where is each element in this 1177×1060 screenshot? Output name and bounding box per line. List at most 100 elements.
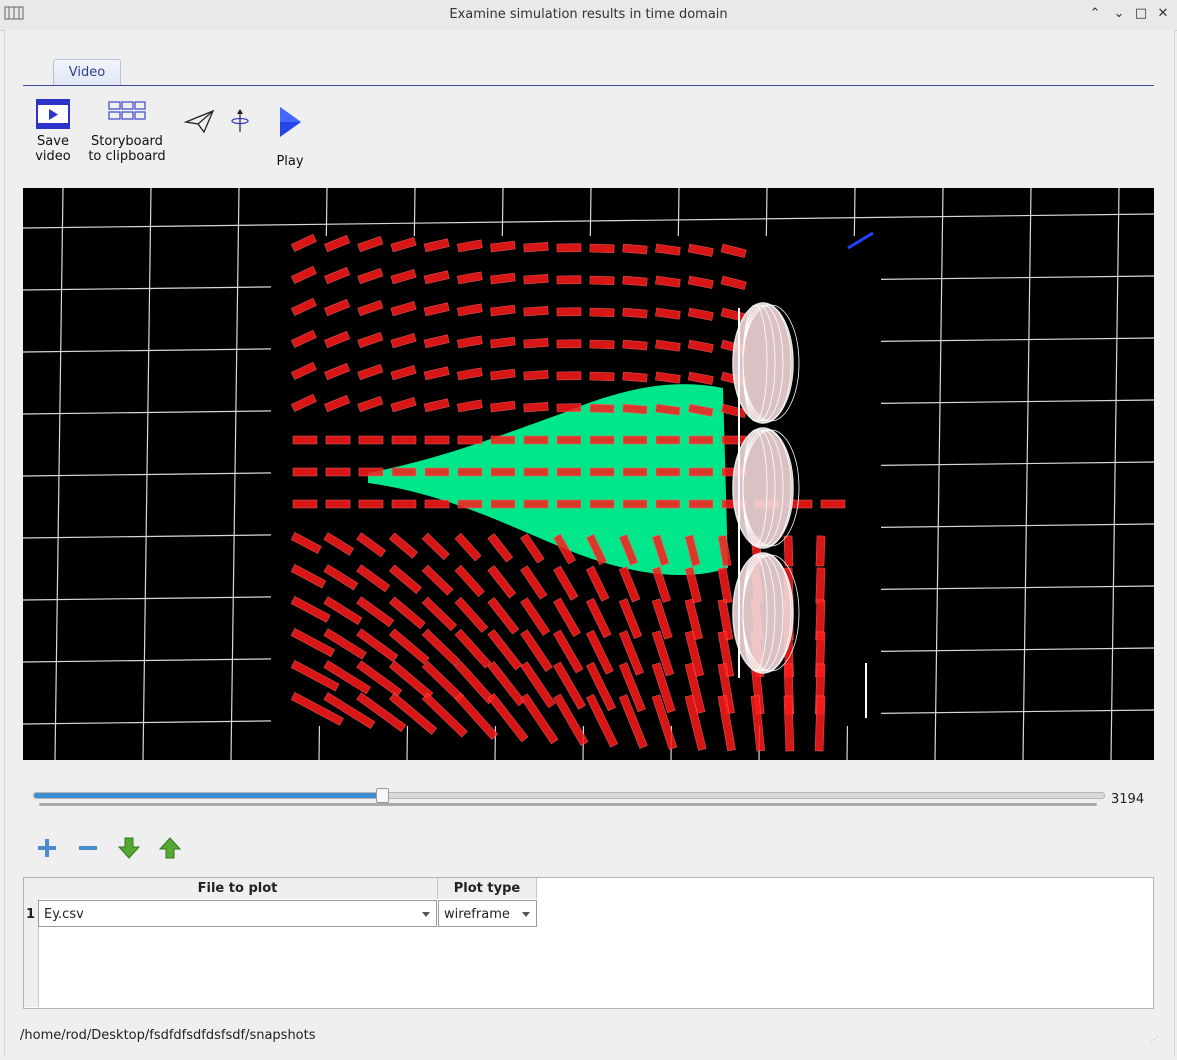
field-vector-body xyxy=(556,339,582,349)
field-vector xyxy=(556,435,582,445)
field-vector-body xyxy=(325,499,351,509)
move-down-icon[interactable] xyxy=(117,836,141,860)
field-vector-body xyxy=(391,467,417,477)
field-vector-body xyxy=(688,499,714,509)
tab-divider xyxy=(23,85,1154,86)
plot-type-value: wireframe xyxy=(444,907,510,922)
field-vector xyxy=(490,435,516,445)
field-vector-body xyxy=(490,499,516,509)
field-vector xyxy=(523,338,549,349)
field-vector xyxy=(622,275,648,287)
field-vector xyxy=(655,499,681,509)
column-header-file[interactable]: File to plot xyxy=(38,878,438,899)
field-vector-body xyxy=(292,467,318,477)
window-title: Examine simulation results in time domai… xyxy=(449,7,728,22)
field-vector xyxy=(556,243,582,253)
field-vector-body xyxy=(622,339,648,351)
field-vector-body xyxy=(814,695,826,752)
paper-plane-icon[interactable] xyxy=(184,108,216,134)
field-vector-body xyxy=(622,403,648,415)
play-icon xyxy=(280,107,301,137)
field-vector xyxy=(622,243,648,255)
field-vector xyxy=(523,499,549,509)
field-vector xyxy=(622,307,648,319)
field-vector-body xyxy=(688,467,714,477)
field-vector xyxy=(457,435,483,445)
field-vector xyxy=(424,467,450,477)
field-vector xyxy=(589,371,615,382)
field-vector xyxy=(523,306,549,317)
field-vector-body xyxy=(457,435,483,445)
field-vector-body xyxy=(523,274,549,285)
time-slider[interactable] xyxy=(33,788,1105,803)
column-header-type[interactable]: Plot type xyxy=(438,878,537,899)
field-vector xyxy=(688,467,714,477)
minimize-button[interactable]: ⌄ xyxy=(1111,6,1127,22)
field-vector xyxy=(589,403,615,414)
field-vector-body xyxy=(523,402,549,413)
field-vector xyxy=(358,467,384,477)
maximize-button[interactable]: □ xyxy=(1133,6,1149,22)
time-step-value: 3194 xyxy=(1111,792,1145,807)
field-vector xyxy=(292,499,318,509)
field-vector xyxy=(589,467,615,477)
field-vector-body xyxy=(688,435,714,445)
add-icon[interactable] xyxy=(35,836,59,860)
file-select[interactable]: Ey.csv xyxy=(38,900,437,927)
title-bar: Examine simulation results in time domai… xyxy=(0,0,1177,31)
field-vector-body xyxy=(622,435,648,445)
field-vector xyxy=(457,499,483,509)
storyboard-button[interactable]: Storyboard to clipboard xyxy=(84,98,170,164)
field-vector-body xyxy=(358,499,384,509)
field-vector-body xyxy=(589,467,615,477)
plot-type-select[interactable]: wireframe xyxy=(438,900,537,927)
field-vector-body xyxy=(556,467,582,477)
shade-up-button[interactable]: ⌃ xyxy=(1087,6,1103,22)
move-up-icon[interactable] xyxy=(158,836,182,860)
grid-line xyxy=(54,188,64,760)
field-vector-body xyxy=(622,467,648,477)
field-vector xyxy=(589,243,615,254)
field-vector xyxy=(556,339,582,349)
field-vector-body xyxy=(589,275,615,286)
field-vector-body xyxy=(815,535,826,567)
field-vector-body xyxy=(589,243,615,254)
field-vector xyxy=(523,467,549,477)
field-vector xyxy=(556,275,582,285)
field-vector xyxy=(523,402,549,413)
field-vector-body xyxy=(589,499,615,509)
save-video-button[interactable]: Save video xyxy=(28,98,78,164)
field-vector-body xyxy=(490,467,516,477)
field-vector-body xyxy=(523,499,549,509)
field-vector xyxy=(783,695,795,752)
field-vector-body xyxy=(556,275,582,285)
field-vector-body xyxy=(457,467,483,477)
render-viewport[interactable] xyxy=(23,188,1154,760)
time-slider-thumb[interactable] xyxy=(375,788,389,803)
field-vector xyxy=(556,403,582,413)
close-button[interactable]: ✕ xyxy=(1155,6,1171,22)
remove-icon[interactable] xyxy=(76,836,100,860)
play-button[interactable]: Play xyxy=(270,106,310,169)
field-vector xyxy=(457,467,483,477)
tab-video[interactable]: Video xyxy=(53,59,121,86)
field-vector-body xyxy=(424,467,450,477)
field-vector xyxy=(622,467,648,477)
rotate-axis-icon[interactable] xyxy=(228,108,252,134)
field-vector-body xyxy=(523,306,549,317)
field-vector-body xyxy=(622,371,648,383)
field-vector xyxy=(814,695,826,752)
field-vector-body xyxy=(424,435,450,445)
field-vector xyxy=(523,370,549,381)
field-vector-body xyxy=(325,435,351,445)
field-vector-body xyxy=(424,499,450,509)
resize-grip[interactable]: ⋰ xyxy=(1150,1035,1158,1044)
field-vector-body xyxy=(292,499,318,509)
field-vector-body xyxy=(556,403,582,413)
field-vector-body xyxy=(457,499,483,509)
field-vector xyxy=(490,499,516,509)
field-vector-body xyxy=(589,307,615,318)
field-vector-body xyxy=(556,371,582,381)
field-vector xyxy=(622,371,648,383)
field-vector-body xyxy=(589,339,615,350)
